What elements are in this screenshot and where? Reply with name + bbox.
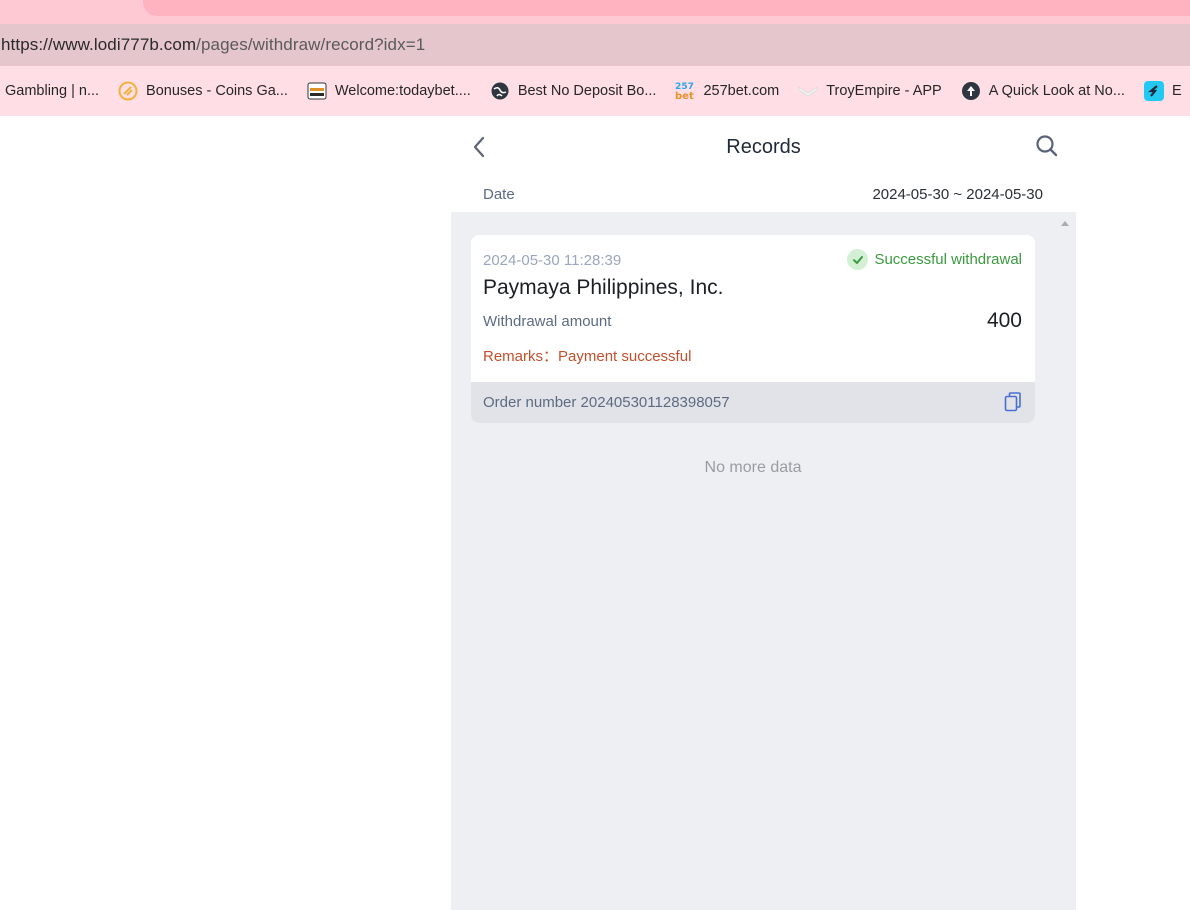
bookmarks-bar: Gambling | n... Bonuses - Coins Ga... We… xyxy=(0,66,1190,116)
spade-icon xyxy=(961,81,981,101)
copy-button[interactable] xyxy=(1003,391,1023,413)
bookmark-label: 257bet.com xyxy=(703,83,780,99)
active-tab[interactable] xyxy=(143,0,1190,16)
bookmark-quick-look[interactable]: A Quick Look at No... xyxy=(961,81,1125,101)
bookmark-bonuses[interactable]: Bonuses - Coins Ga... xyxy=(118,81,288,101)
browser-tab-strip xyxy=(0,0,1190,24)
bookmark-label: E xyxy=(1171,83,1182,99)
bookmark-troyempire[interactable]: TroyEmpire - APP xyxy=(798,81,942,101)
bookmark-label: A Quick Look at No... xyxy=(988,83,1125,99)
copy-icon xyxy=(1004,392,1021,412)
withdrawal-record-card[interactable]: 2024-05-30 11:28:39 Successful withdrawa… xyxy=(471,235,1035,423)
scroll-up-arrow[interactable] xyxy=(1061,221,1069,226)
coins-icon xyxy=(118,81,138,101)
order-number-bar: Order number 202405301128398057 xyxy=(471,382,1035,423)
status-text: Successful withdrawal xyxy=(874,251,1022,268)
search-button[interactable] xyxy=(1034,133,1060,159)
bookmark-label: Bonuses - Coins Ga... xyxy=(146,83,288,99)
no-more-data-text: No more data xyxy=(704,459,802,476)
amount-label: Withdrawal amount xyxy=(483,313,612,330)
date-range-picker[interactable]: 2024-05-30 ~ 2024-05-30 xyxy=(872,186,1043,203)
status-badge: Successful withdrawal xyxy=(847,249,1022,270)
svg-text:bet: bet xyxy=(675,91,694,102)
globe-icon xyxy=(490,81,510,101)
257bet-icon: 257 bet xyxy=(675,81,695,102)
bookmark-todaybet[interactable]: Welcome:todaybet.... xyxy=(307,81,471,101)
url-text[interactable]: https://www.lodi777b.com/pages/withdraw/… xyxy=(1,35,425,55)
url-path: /pages/withdraw/record?idx=1 xyxy=(196,35,426,54)
records-page: Records Date 2024-05-30 ~ 2024-05-30 202… xyxy=(451,117,1076,910)
todaybet-icon xyxy=(307,81,327,101)
check-circle-icon xyxy=(847,249,869,270)
remarks-text: Remarks：Payment successful xyxy=(483,348,692,365)
bookmark-label: Gambling | n... xyxy=(5,83,100,99)
url-domain: https://www.lodi777b.com xyxy=(1,35,197,54)
bookmark-label: Best No Deposit Bo... xyxy=(517,83,657,99)
bookmark-257bet[interactable]: 257 bet 257bet.com xyxy=(675,81,780,102)
search-icon xyxy=(1036,135,1058,157)
bookmark-best-no-deposit[interactable]: Best No Deposit Bo... xyxy=(490,81,657,101)
address-bar[interactable]: https://www.lodi777b.com/pages/withdraw/… xyxy=(0,24,1190,66)
date-label: Date xyxy=(483,186,515,203)
bookmark-e[interactable]: E xyxy=(1143,81,1182,101)
bookmark-label: Welcome:todaybet.... xyxy=(334,83,471,99)
page-header: Records Date 2024-05-30 ~ 2024-05-30 xyxy=(451,117,1076,212)
bookmark-gambling[interactable]: Gambling | n... xyxy=(5,83,99,99)
s-logo-icon xyxy=(1143,81,1164,101)
amount-value: 400 xyxy=(986,309,1022,332)
payment-channel: Paymaya Philippines, Inc. xyxy=(483,276,724,299)
record-time: 2024-05-30 11:28:39 xyxy=(483,252,622,269)
order-number: Order number 202405301128398057 xyxy=(483,394,730,411)
page-title: Records xyxy=(726,136,801,158)
troy-icon xyxy=(798,81,818,101)
bookmark-label: TroyEmpire - APP xyxy=(826,83,942,99)
